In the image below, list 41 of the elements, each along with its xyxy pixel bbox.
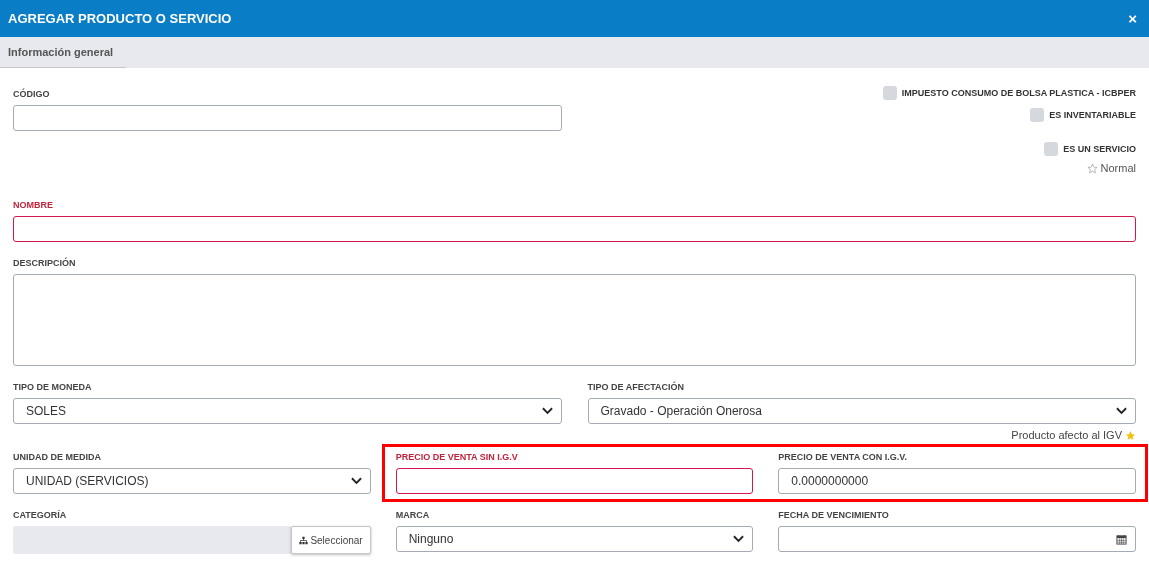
- field-label: UNIDAD DE MEDIDA: [13, 452, 102, 462]
- checkbox[interactable]: [1030, 108, 1045, 122]
- field-label: MARCA: [395, 510, 431, 520]
- select-field[interactable]: SOLES: [13, 398, 562, 424]
- chevron-down-icon: [733, 535, 745, 543]
- close-button[interactable]: ×: [1124, 10, 1141, 27]
- select-field[interactable]: Gravado - Operación Onerosa: [587, 398, 1136, 424]
- checkbox[interactable]: [882, 86, 897, 100]
- date-field[interactable]: [778, 526, 1136, 552]
- select-field[interactable]: UNIDAD (SERVICIOS): [13, 468, 371, 494]
- checkbox-label: ES UN SERVICIO: [1063, 144, 1136, 154]
- field-label: FECHA DE VENCIMIENTO: [778, 510, 890, 520]
- input-field[interactable]: [13, 105, 562, 131]
- star-icon[interactable]: [1086, 162, 1098, 174]
- chevron-down-icon: [1116, 407, 1127, 415]
- input-field[interactable]: [395, 468, 754, 494]
- field-label: PRECIO DE VENTA SIN I.G.V: [395, 452, 519, 462]
- input-field[interactable]: 0.0000000000: [778, 468, 1136, 494]
- chevron-down-icon: [350, 477, 362, 485]
- select-button[interactable]: Seleccionar: [291, 526, 371, 554]
- select-field[interactable]: Ninguno: [395, 526, 754, 552]
- field-label: TIPO DE MONEDA: [13, 382, 93, 392]
- dialog-title: AGREGAR PRODUCTO O SERVICIO: [8, 11, 232, 26]
- field-label: CÓDIGO: [13, 89, 51, 99]
- star-icon: [1125, 429, 1136, 441]
- chevron-down-icon: [541, 407, 553, 415]
- note-text: Producto afecto al IGV: [1011, 429, 1122, 441]
- field-label: TIPO DE AFECTACIÓN: [587, 382, 685, 392]
- input-field[interactable]: [13, 216, 1136, 242]
- checkbox[interactable]: [1044, 142, 1059, 156]
- field-label: CATEGORÍA: [13, 510, 68, 520]
- rating-label: Normal: [1100, 162, 1136, 174]
- sitemap-icon: [299, 535, 309, 545]
- field-label: NOMBRE: [13, 200, 54, 210]
- calendar-icon: [1116, 533, 1127, 545]
- checkbox-label: ES INVENTARIABLE: [1049, 110, 1136, 120]
- field-label: PRECIO DE VENTA CON I.G.V.: [778, 452, 909, 462]
- checkbox-label: IMPUESTO CONSUMO DE BOLSA PLASTICA - ICBPER: [901, 88, 1136, 98]
- text-area[interactable]: [13, 274, 1136, 366]
- field-label: DESCRIPCIÓN: [13, 258, 77, 268]
- tab[interactable]: Información general: [0, 37, 127, 68]
